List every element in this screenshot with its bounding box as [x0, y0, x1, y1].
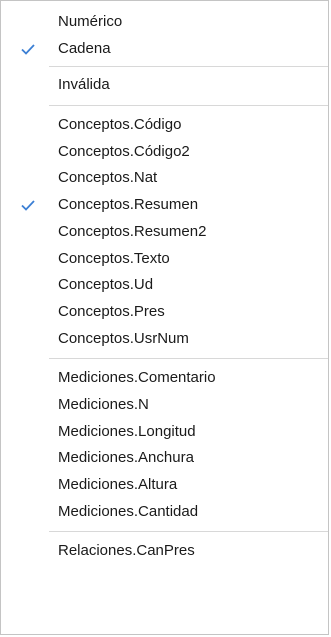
- menu-item-mediciones-anchura[interactable]: Mediciones.Anchura: [1, 445, 328, 472]
- menu-item-mediciones-longitud[interactable]: Mediciones.Longitud: [1, 419, 328, 446]
- menu-item-conceptos-nat[interactable]: Conceptos.Nat: [1, 165, 328, 192]
- menu-separator: [49, 66, 328, 68]
- menu-item-mediciones-comentario[interactable]: Mediciones.Comentario: [1, 365, 328, 392]
- menu-item-label: Mediciones.Altura: [58, 476, 178, 493]
- menu-item-conceptos-codigo2[interactable]: Conceptos.Código2: [1, 139, 328, 166]
- menu-item-conceptos-ud[interactable]: Conceptos.Ud: [1, 272, 328, 299]
- menu-item-mediciones-cantidad[interactable]: Mediciones.Cantidad: [1, 499, 328, 526]
- menu-item-label: Inválida: [58, 76, 110, 94]
- checkmark-icon: [17, 36, 39, 63]
- menu-item-mediciones-n[interactable]: Mediciones.N: [1, 392, 328, 419]
- menu-item-label: Mediciones.Anchura: [58, 449, 194, 467]
- menu-item-label: Conceptos.Código2: [58, 142, 190, 160]
- menu-item-label: Conceptos.Nat: [58, 169, 158, 187]
- menu-item-label: Conceptos.Ud: [58, 276, 154, 294]
- menu-item-conceptos-codigo[interactable]: Conceptos.Código: [1, 112, 328, 139]
- menu-item-label: Mediciones.N: [58, 395, 149, 413]
- menu-item-label: Mediciones.Cantidad: [58, 502, 199, 520]
- menu-item-label: Mediciones.Comentario: [58, 369, 216, 387]
- menu-item-label: Relaciones.CanPres: [58, 542, 195, 560]
- checkmark-icon: [17, 192, 39, 219]
- menu-item-numerico[interactable]: Numérico: [1, 9, 328, 36]
- menu-item-mediciones-altura[interactable]: Mediciones.Altura: [1, 472, 328, 499]
- menu-item-conceptos-texto[interactable]: Conceptos.Texto: [1, 246, 328, 273]
- menu-item-label: Mediciones.Longitud: [58, 422, 196, 440]
- menu-item-conceptos-resumen[interactable]: Conceptos.Resumen: [1, 192, 328, 219]
- menu-item-label: Conceptos.UsrNum: [58, 329, 189, 347]
- menu-item-label: Conceptos.Resumen2: [58, 222, 207, 240]
- menu-item-label: Numérico: [58, 13, 123, 30]
- menu-item-label: Conceptos.Código: [58, 116, 182, 134]
- menu-item-label: Cadena: [58, 39, 111, 57]
- menu-item-label: Conceptos.Pres: [58, 302, 165, 320]
- menu-item-label: Conceptos.Resumen: [58, 196, 199, 214]
- menu-item-invalida[interactable]: Inválida: [1, 72, 328, 99]
- menu-separator: [49, 531, 328, 533]
- menu-items-container: Numérico Cadena Inválida Conceptos.Código Co…: [1, 1, 328, 565]
- menu-item-label: Conceptos.Texto: [58, 249, 170, 267]
- menu-item-conceptos-usrnum[interactable]: Conceptos.UsrNum: [1, 326, 328, 353]
- menu-item-relaciones-canpres[interactable]: Relaciones.CanPres: [1, 538, 328, 565]
- menu-separator: [49, 105, 328, 107]
- menu-item-conceptos-pres[interactable]: Conceptos.Pres: [1, 299, 328, 326]
- menu-item-conceptos-resumen2[interactable]: Conceptos.Resumen2: [1, 219, 328, 246]
- context-menu: Numérico Cadena Inválida Conceptos.Código Co…: [0, 0, 329, 635]
- menu-separator: [49, 358, 328, 360]
- menu-item-cadena[interactable]: Cadena: [1, 36, 328, 63]
